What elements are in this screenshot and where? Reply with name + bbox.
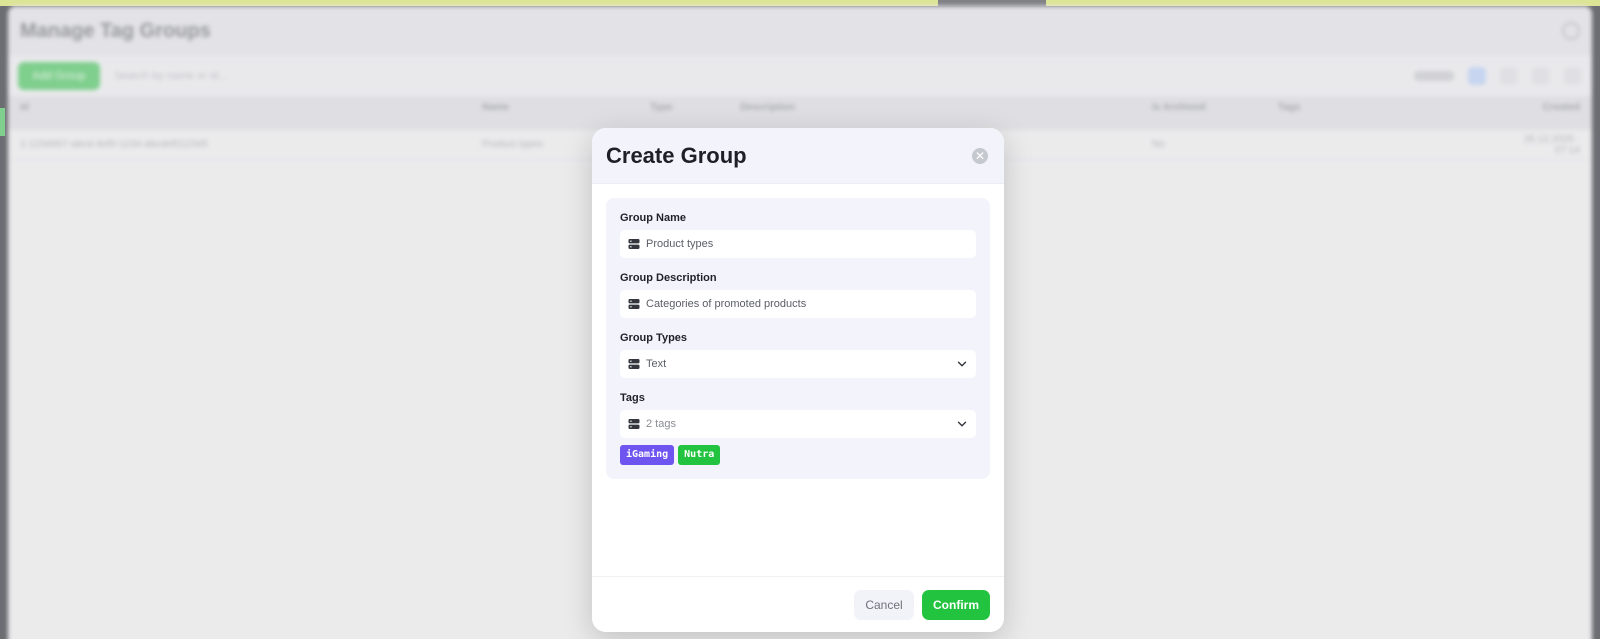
group-name-input-wrapper xyxy=(620,230,976,258)
group-types-value: Text xyxy=(646,358,667,370)
modal-title: Create Group xyxy=(606,142,747,168)
group-name-input[interactable] xyxy=(646,230,968,258)
chevron-down-icon xyxy=(956,358,968,370)
database-icon xyxy=(628,298,640,310)
tags-field: Tags 2 tags iGaming Nutra xyxy=(620,392,976,465)
modal-footer: Cancel Confirm xyxy=(592,576,1004,632)
modal-body: Group Name Group Description xyxy=(592,184,1004,576)
confirm-button[interactable]: Confirm xyxy=(922,589,990,620)
database-icon xyxy=(628,418,640,430)
group-description-input[interactable] xyxy=(646,290,968,318)
tags-count-value: 2 tags xyxy=(646,418,676,430)
cancel-button[interactable]: Cancel xyxy=(854,589,914,620)
database-icon xyxy=(628,238,640,250)
group-description-label: Group Description xyxy=(620,272,717,284)
group-name-label: Group Name xyxy=(620,212,687,224)
selected-tags: iGaming Nutra xyxy=(620,445,976,465)
close-icon[interactable]: ✕ xyxy=(972,147,988,164)
group-description-field: Group Description xyxy=(620,272,976,318)
tags-label: Tags xyxy=(620,392,645,404)
group-types-field: Group Types Text xyxy=(620,332,976,378)
group-types-select[interactable]: Text xyxy=(620,350,976,378)
modal-header: Create Group ✕ xyxy=(592,128,1004,184)
tag-chip-igaming[interactable]: iGaming xyxy=(620,445,675,465)
group-name-field: Group Name xyxy=(620,212,976,258)
chevron-down-icon xyxy=(956,418,968,430)
group-description-input-wrapper xyxy=(620,290,976,318)
database-icon xyxy=(628,358,640,370)
tag-chip-nutra[interactable]: Nutra xyxy=(678,445,721,465)
group-types-label: Group Types xyxy=(620,332,688,344)
tags-select[interactable]: 2 tags xyxy=(620,410,976,438)
form-card: Group Name Group Description xyxy=(606,198,990,479)
create-group-modal: Create Group ✕ Group Name Group Descript… xyxy=(592,128,1004,632)
